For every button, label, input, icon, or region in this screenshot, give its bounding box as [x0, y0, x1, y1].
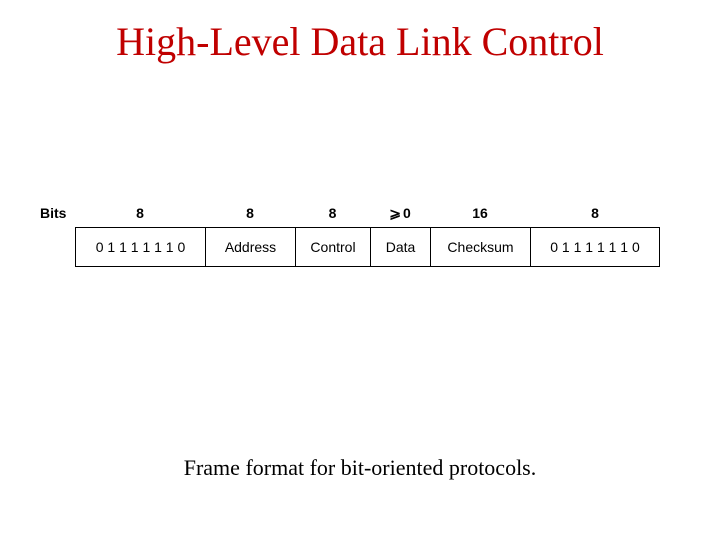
ge-icon: ⩾ [389, 206, 401, 220]
frame-cell-0: 0 1 1 1 1 1 1 0 [75, 227, 205, 267]
frame-cell-4: Checksum [430, 227, 530, 267]
frame-cell-2: Control [295, 227, 370, 267]
bits-header-row: Bits 888⩾0168 [40, 205, 680, 221]
slide: High-Level Data Link Control Bits 888⩾01… [0, 0, 720, 540]
bits-label: Bits [40, 205, 75, 221]
bits-value-3: 0 [403, 205, 411, 221]
bits-header-5: 8 [530, 205, 660, 221]
frame-cell-3: Data [370, 227, 430, 267]
bits-header-3: ⩾0 [370, 205, 430, 221]
bits-header-2: 8 [295, 205, 370, 221]
bits-header-1: 8 [205, 205, 295, 221]
slide-caption: Frame format for bit-oriented protocols. [0, 455, 720, 481]
frame-cell-1: Address [205, 227, 295, 267]
slide-title: High-Level Data Link Control [0, 18, 720, 65]
frame-row: 0 1 1 1 1 1 1 0AddressControlDataChecksu… [75, 227, 680, 267]
frame-cell-5: 0 1 1 1 1 1 1 0 [530, 227, 660, 267]
frame-diagram: Bits 888⩾0168 0 1 1 1 1 1 1 0AddressCont… [40, 205, 680, 267]
bits-header-0: 8 [75, 205, 205, 221]
bits-header-4: 16 [430, 205, 530, 221]
